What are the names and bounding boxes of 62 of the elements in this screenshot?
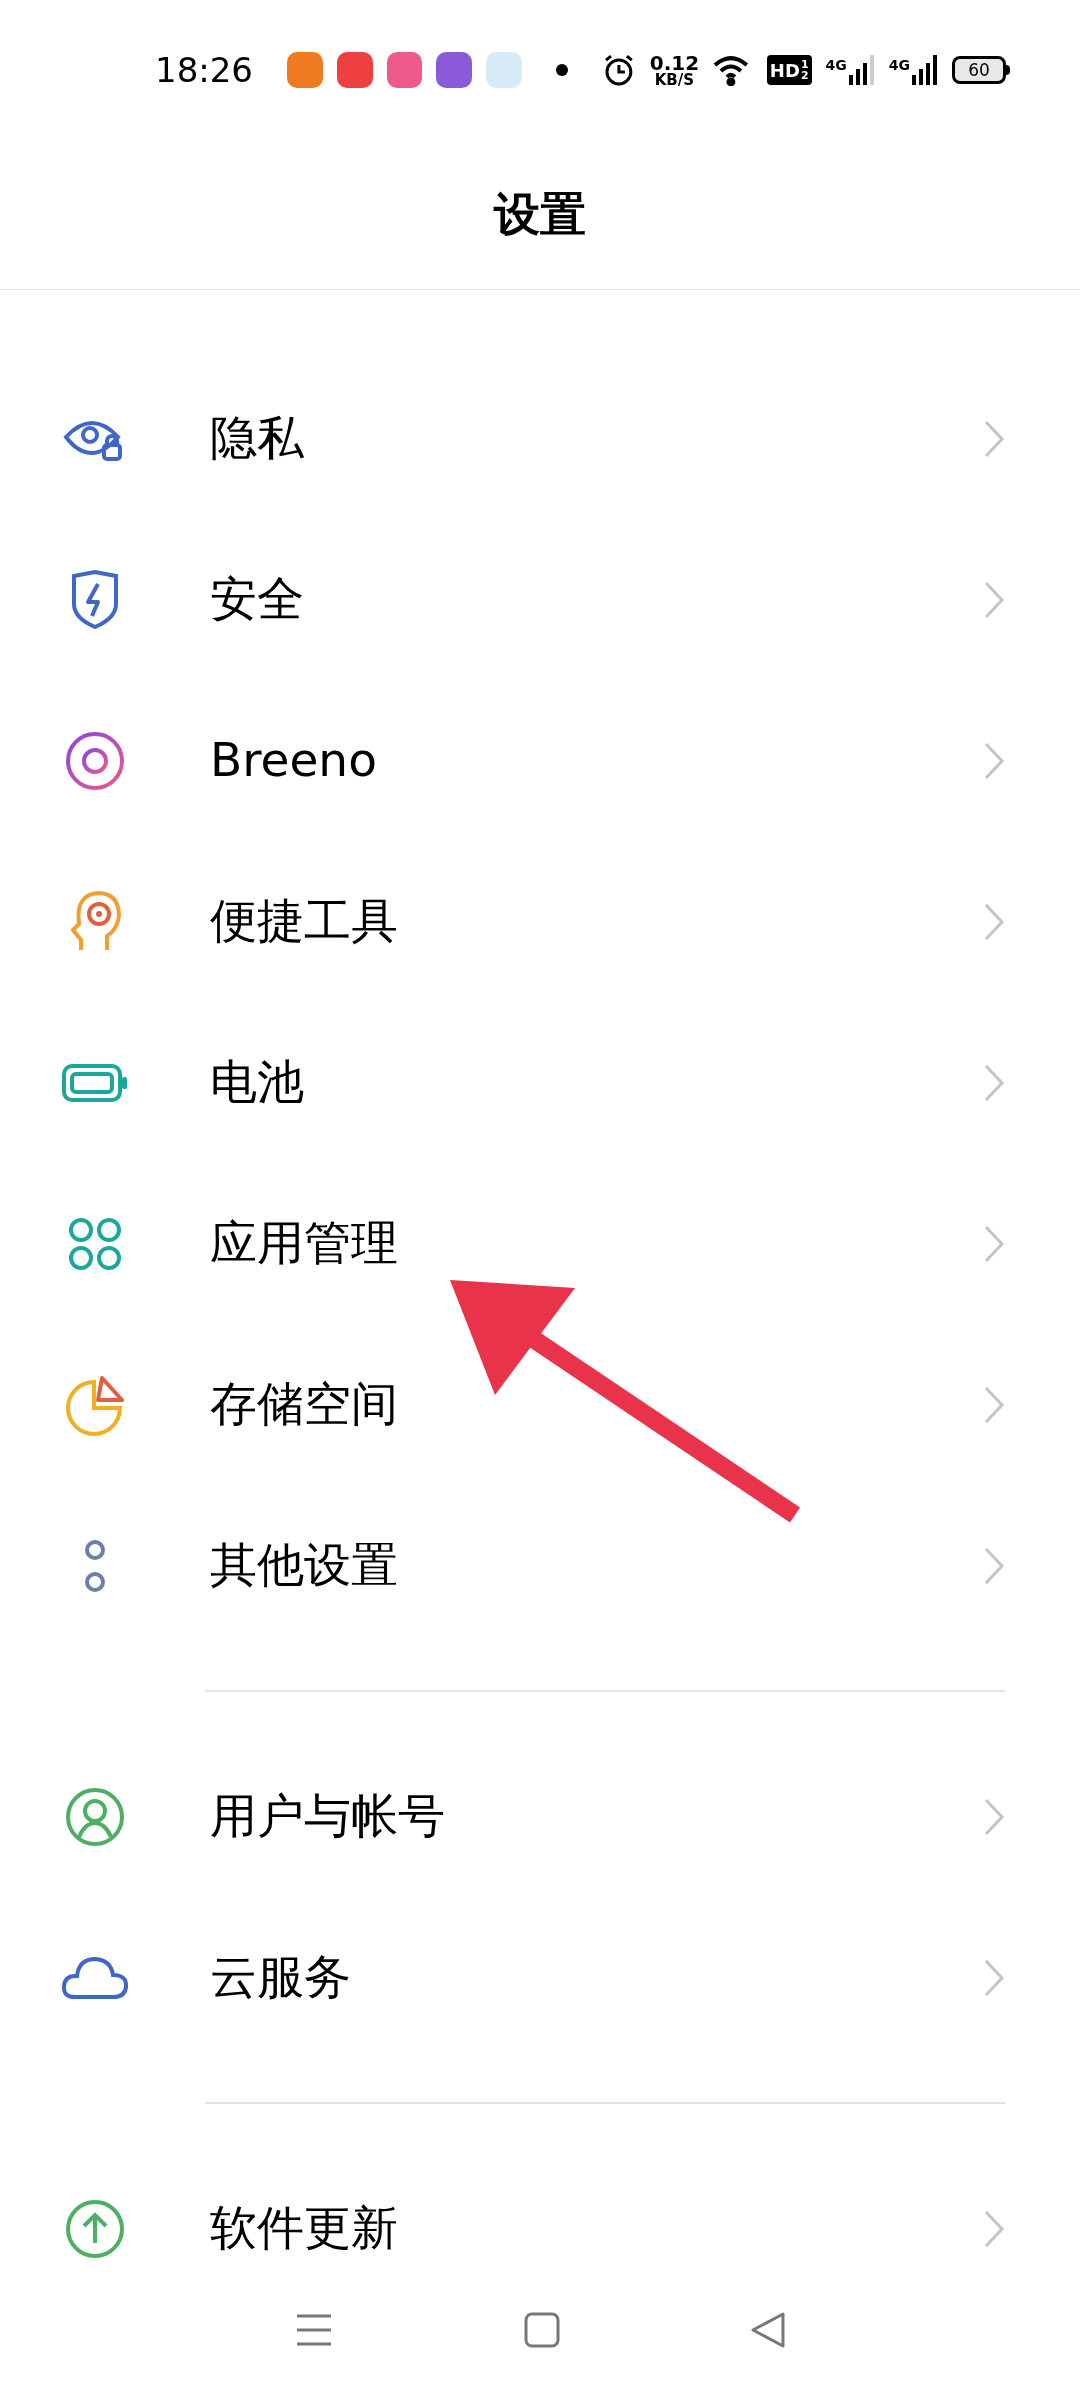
- settings-item[interactable]: 存储空间: [0, 1324, 1080, 1485]
- network-speed: 0.12: [649, 52, 700, 73]
- signal-icon: [912, 55, 938, 85]
- app-icon: [287, 52, 323, 88]
- sim-number: 2: [800, 70, 809, 81]
- pie-chart-icon: [64, 1373, 126, 1436]
- chevron-right-icon: [983, 1796, 1005, 1837]
- grid-icon: [67, 1215, 123, 1272]
- settings-item[interactable]: 应用管理: [0, 1163, 1080, 1324]
- chevron-right-icon: [983, 901, 1005, 942]
- chevron-right-icon: [983, 1957, 1005, 1998]
- app-icon: [486, 52, 522, 88]
- shield-bolt-icon: [70, 569, 120, 630]
- sim-number: 1: [800, 59, 809, 70]
- item-label: 电池: [210, 1053, 305, 1112]
- chevron-right-icon: [983, 1384, 1005, 1425]
- user-icon: [65, 1786, 125, 1847]
- settings-item[interactable]: 电池: [0, 1002, 1080, 1163]
- chevron-right-icon: [983, 1062, 1005, 1103]
- settings-item[interactable]: 便捷工具: [0, 841, 1080, 1002]
- item-label: 存储空间: [210, 1375, 399, 1434]
- speed-unit: KB/S: [654, 72, 695, 88]
- chevron-right-icon: [983, 418, 1005, 459]
- signal-icon: [848, 55, 875, 85]
- ring-icon: [65, 730, 125, 791]
- app-icon: [336, 52, 373, 88]
- item-label: 软件更新: [210, 2199, 399, 2258]
- network-type: 4G: [825, 56, 847, 75]
- item-label: 云服务: [210, 1948, 352, 2007]
- battery-icon: [62, 1062, 128, 1103]
- chevron-right-icon: [983, 1545, 1005, 1586]
- settings-item[interactable]: 隐私: [0, 358, 1080, 519]
- upload-icon: [65, 2198, 125, 2259]
- item-label: 便捷工具: [210, 892, 399, 951]
- chevron-right-icon: [983, 579, 1005, 620]
- item-label: 隐私: [210, 409, 305, 468]
- settings-item[interactable]: 安全: [0, 519, 1080, 680]
- battery-level: 60: [968, 61, 990, 79]
- status-time: 18:26: [155, 48, 253, 92]
- network-type: 4G: [888, 56, 910, 75]
- item-label: 应用管理: [210, 1214, 399, 1273]
- settings-item[interactable]: 云服务: [0, 1897, 1080, 2058]
- settings-item[interactable]: Breeno: [0, 680, 1080, 841]
- page-title: 设置: [494, 186, 586, 243]
- chevron-right-icon: [983, 740, 1005, 781]
- chevron-right-icon: [983, 1223, 1005, 1264]
- chevron-right-icon: [983, 2208, 1005, 2249]
- item-label: 用户与帐号: [210, 1787, 446, 1846]
- item-label: 安全: [210, 570, 305, 629]
- menu-icon[interactable]: [295, 2313, 334, 2347]
- hd-label: HD: [769, 58, 800, 83]
- item-label: Breeno: [210, 731, 378, 790]
- app-icon: [436, 52, 473, 88]
- dots-icon: [83, 1538, 107, 1593]
- settings-item[interactable]: 其他设置: [0, 1485, 1080, 1646]
- item-label: 其他设置: [210, 1536, 399, 1595]
- back-icon[interactable]: [750, 2312, 785, 2348]
- settings-item[interactable]: 软件更新: [0, 2148, 1080, 2309]
- cloud-icon: [61, 1954, 129, 2001]
- app-icon: [386, 52, 423, 88]
- settings-item[interactable]: 用户与帐号: [0, 1736, 1080, 1897]
- home-icon[interactable]: [524, 2312, 560, 2348]
